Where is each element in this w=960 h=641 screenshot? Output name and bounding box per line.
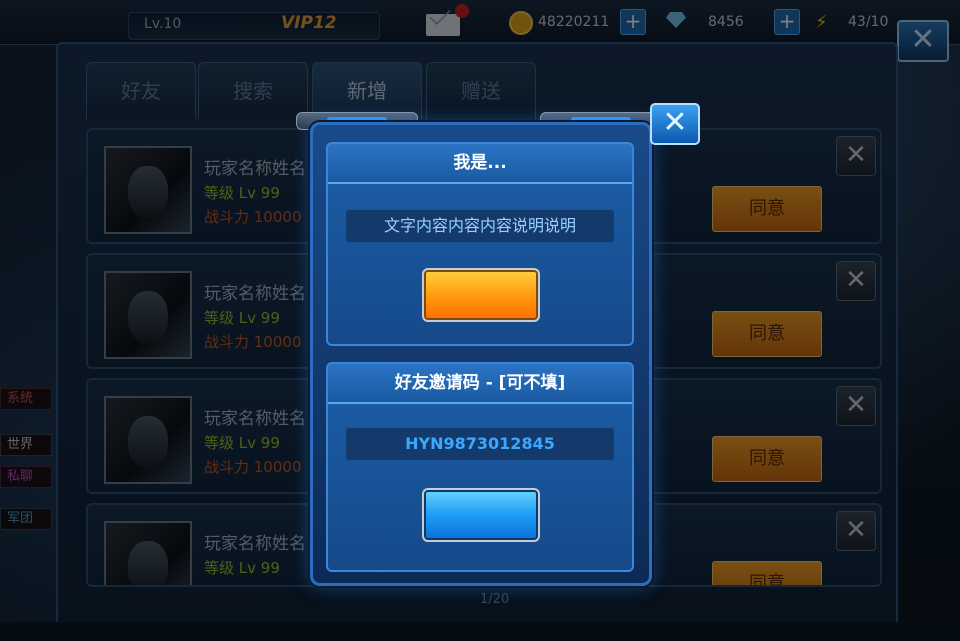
invite-code-input[interactable]: HYN9873012845 (346, 428, 614, 460)
intro-description: 文字内容内容内容说明说明 (346, 210, 614, 242)
invite-section: 好友邀请码 - [可不填] HYN9873012845 (326, 362, 634, 572)
submit-invite-button[interactable] (422, 488, 540, 542)
confirm-button[interactable] (422, 268, 540, 322)
invite-title: 好友邀请码 - [可不填] (328, 364, 632, 404)
intro-title: 我是... (328, 144, 632, 184)
close-dialog-icon[interactable]: ✕ (650, 103, 700, 145)
intro-section: 我是... 文字内容内容内容说明说明 (326, 142, 634, 346)
